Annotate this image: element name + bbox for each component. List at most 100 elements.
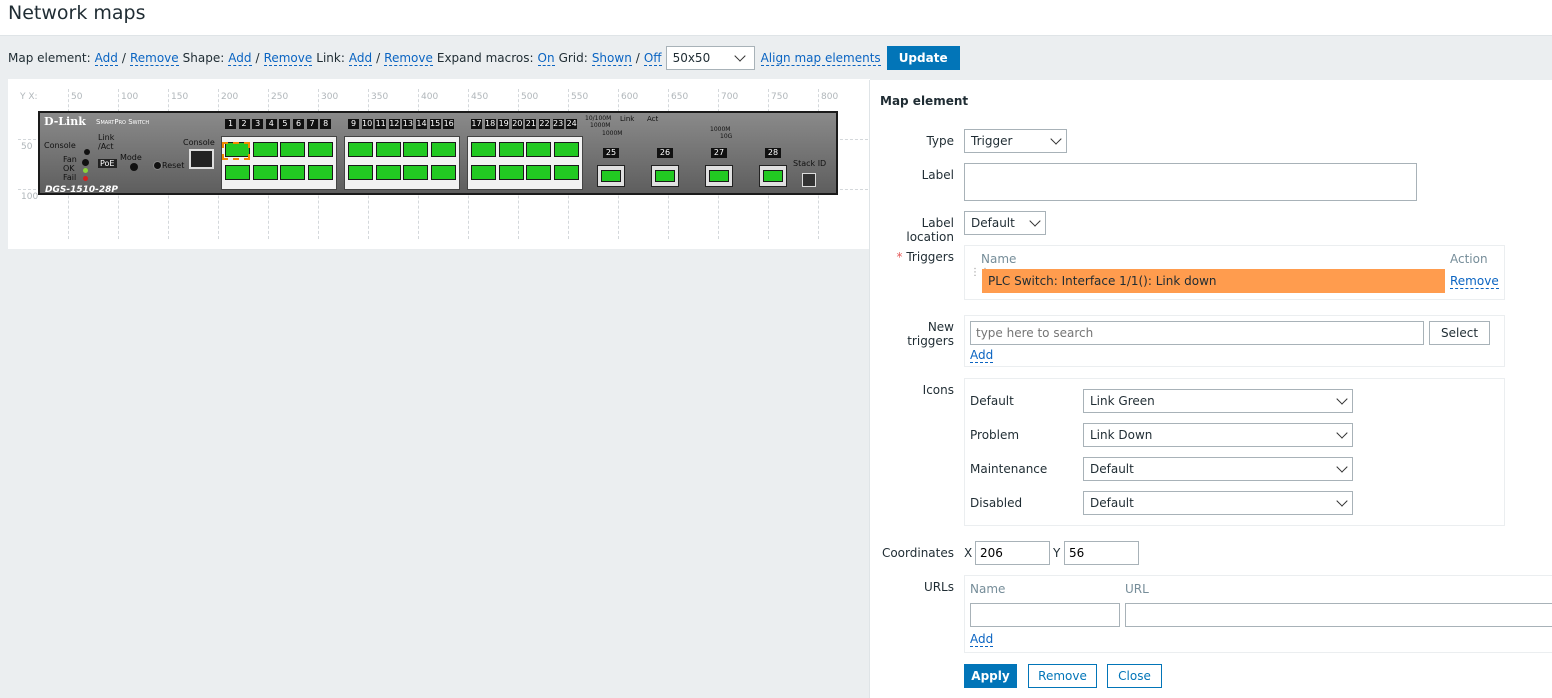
port-number-label: 1: [225, 119, 236, 129]
label-location-select[interactable]: Default: [964, 211, 1046, 235]
select-triggers-button[interactable]: Select: [1429, 321, 1491, 345]
grid-x-tick-label: 150: [171, 92, 189, 102]
grid-label: Grid:: [558, 51, 588, 65]
grid-x-tick-label: 200: [221, 92, 239, 102]
grid-x-tick-label: 600: [621, 92, 639, 102]
new-triggers-box: Select Add: [964, 315, 1505, 367]
port-number-label: 17: [471, 119, 482, 129]
grid-x-tick-label: 700: [721, 92, 739, 102]
new-triggers-add-link[interactable]: Add: [970, 348, 994, 363]
urls-add-link[interactable]: Add: [970, 632, 994, 647]
url-value-input[interactable]: [1125, 603, 1552, 627]
chevron-down-icon: [1336, 461, 1348, 473]
y-coordinate-input[interactable]: [1064, 541, 1139, 565]
icon-select[interactable]: Default: [1083, 457, 1353, 481]
label-textarea[interactable]: [964, 163, 1417, 201]
trigger-row: PLC Switch: Interface 1/1(): Link down: [982, 269, 1445, 293]
icon-select-value: Default: [1090, 496, 1134, 510]
sfp-port: [705, 165, 733, 187]
remove-button[interactable]: Remove: [1028, 664, 1097, 688]
align-map-elements-link[interactable]: Align map elements: [760, 51, 881, 66]
map-element-remove-link[interactable]: Remove: [129, 51, 179, 66]
ok-label: OK: [63, 164, 75, 173]
port-number-label: 2: [238, 119, 250, 129]
grid-x-tick-label: 250: [271, 92, 289, 102]
link-act-label: Link /Act: [98, 133, 115, 151]
chevron-down-icon: [733, 50, 746, 62]
port-number-label: 14: [416, 119, 427, 129]
triggers-label-text: Triggers: [906, 250, 954, 264]
selected-element-highlight[interactable]: [222, 142, 250, 160]
mode-button: [130, 163, 138, 171]
x-coordinate-input[interactable]: [975, 541, 1050, 565]
console-port-label: Console: [183, 138, 215, 147]
type-value: Trigger: [971, 134, 1013, 148]
grid-x-tick-label: 400: [421, 92, 439, 102]
icon-select[interactable]: Link Down: [1083, 423, 1353, 447]
triggers-col-name: Name: [981, 252, 1017, 266]
shape-add-link[interactable]: Add: [228, 51, 252, 66]
ethernet-port: [471, 165, 496, 180]
shape-remove-link[interactable]: Remove: [263, 51, 313, 66]
link-remove-link[interactable]: Remove: [384, 51, 433, 66]
fan-led: [82, 159, 89, 166]
separator: /: [255, 51, 260, 65]
urls-table: Name URL Add: [964, 575, 1552, 653]
drag-handle-icon[interactable]: ⋮⋮: [970, 268, 990, 290]
fail-label: Fail: [63, 173, 77, 182]
apply-button[interactable]: Apply: [964, 664, 1017, 688]
switch-image[interactable]: D-Link SmartPro Switch DGS-1510-28P Cons…: [38, 111, 838, 195]
ethernet-port: [348, 165, 373, 180]
sfp-port: [597, 165, 625, 187]
ethernet-port: [348, 142, 373, 157]
sfp-number-label: 26: [657, 148, 673, 158]
type-select[interactable]: Trigger: [964, 129, 1067, 153]
grid-y-tick-label: 50: [21, 142, 33, 152]
port-number-label: 7: [306, 119, 318, 129]
ethernet-port: [225, 165, 250, 180]
grid-x-tick-label: 750: [771, 92, 789, 102]
port-number-label: 22: [539, 119, 550, 129]
expand-macros-toggle[interactable]: On: [537, 51, 555, 66]
console-led: [84, 149, 90, 155]
new-triggers-search-input[interactable]: [970, 321, 1424, 345]
legend-speed-5: 10G: [720, 133, 733, 140]
y-label: Y: [1053, 546, 1061, 560]
ethernet-port: [430, 165, 456, 180]
grid-x-tick-label: 300: [321, 92, 339, 102]
sfp-number-label: 28: [765, 148, 781, 158]
icon-select[interactable]: Default: [1083, 491, 1353, 515]
stack-id-display: [802, 173, 816, 187]
grid-x-tick-label: 450: [471, 92, 489, 102]
close-button[interactable]: Close: [1107, 664, 1162, 688]
ethernet-port: [403, 142, 428, 157]
trigger-remove-link[interactable]: Remove: [1450, 274, 1499, 289]
port-number-label: 13: [402, 119, 414, 129]
grid-x-tick-label: 50: [71, 92, 83, 102]
port-number-label: 18: [484, 119, 496, 129]
ethernet-port: [375, 142, 401, 157]
ethernet-port: [430, 142, 456, 157]
icons-box: Default Link Green Problem Link Down Mainten…: [964, 378, 1505, 526]
chevron-down-icon: [1336, 427, 1348, 439]
ethernet-port: [553, 142, 579, 157]
grid-x-tick-label: 500: [521, 92, 539, 102]
map-element-label: Map element:: [8, 51, 91, 65]
map-canvas[interactable]: Y X: 50 100 150 200 250 300 350 400 450 500 550 600…: [8, 79, 870, 249]
icon-select[interactable]: Link Green: [1083, 389, 1353, 413]
port-number-label: 19: [498, 119, 510, 129]
url-name-input[interactable]: [970, 603, 1120, 627]
map-element-add-link[interactable]: Add: [94, 51, 118, 66]
chevron-down-icon: [1050, 133, 1062, 145]
link-add-link[interactable]: Add: [348, 51, 373, 66]
grid-shown-link[interactable]: Shown: [591, 51, 632, 66]
urls-col-url: URL: [1125, 582, 1149, 596]
grid-size-select[interactable]: 50x50: [665, 46, 755, 70]
chevron-down-icon: [1336, 393, 1348, 405]
icon-row-label: Problem: [970, 428, 1020, 442]
update-button[interactable]: Update: [886, 46, 960, 70]
grid-off-link[interactable]: Off: [643, 51, 662, 66]
legend-speed-2: 1000M: [590, 122, 611, 129]
grid-x-tick-label: 650: [671, 92, 689, 102]
shape-label: Shape:: [182, 51, 225, 65]
